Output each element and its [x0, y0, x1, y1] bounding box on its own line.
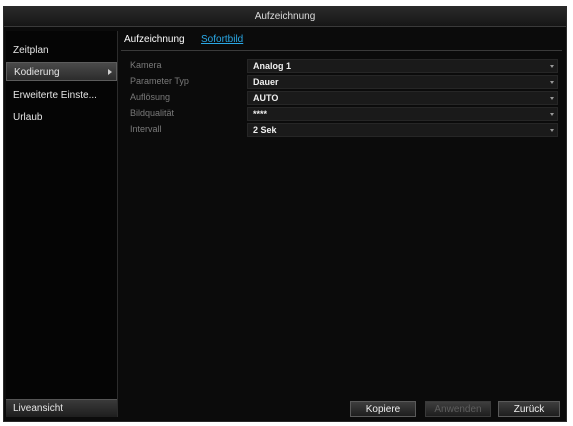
form-row-parameter-typ: Parameter Typ Dauer — [126, 75, 558, 90]
chevron-down-icon — [550, 113, 554, 116]
settings-window: Aufzeichnung Zeitplan Kodierung Erweiter… — [3, 6, 567, 422]
camera-select[interactable]: Analog 1 — [247, 59, 558, 73]
sidebar-item-label: Urlaub — [13, 112, 43, 123]
field-label: Kamera — [130, 60, 162, 70]
copy-button[interactable]: Kopiere — [350, 401, 416, 417]
main-panel: Aufzeichnung Sofortbild Kamera Analog 1 … — [121, 31, 562, 417]
tab-aufzeichnung[interactable]: Aufzeichnung — [124, 34, 185, 45]
form-row-bildqualitaet: Bildqualität **** — [126, 107, 558, 122]
apply-button[interactable]: Anwenden — [425, 401, 491, 417]
form-row-aufloesung: Auflösung AUTO — [126, 91, 558, 106]
interval-select[interactable]: 2 Sek — [247, 123, 558, 137]
sidebar-item-label: Kodierung — [14, 67, 60, 78]
field-value: Dauer — [253, 77, 279, 87]
field-label: Intervall — [130, 124, 162, 134]
chevron-right-icon — [108, 69, 112, 75]
sidebar-item-kodierung[interactable]: Kodierung — [6, 62, 117, 81]
chevron-down-icon — [550, 65, 554, 68]
form-row-intervall: Intervall 2 Sek — [126, 123, 558, 138]
field-value: **** — [253, 109, 268, 119]
sidebar-item-label: Zeitplan — [13, 45, 49, 56]
sidebar-item-erweiterte-einstellungen[interactable]: Erweiterte Einste... — [6, 86, 117, 105]
chevron-down-icon — [550, 129, 554, 132]
live-view-button[interactable]: Liveansicht — [6, 399, 117, 417]
back-button[interactable]: Zurück — [498, 401, 560, 417]
resolution-select[interactable]: AUTO — [247, 91, 558, 105]
tab-bar: Aufzeichnung Sofortbild — [121, 31, 562, 51]
image-quality-select[interactable]: **** — [247, 107, 558, 121]
chevron-down-icon — [550, 81, 554, 84]
field-label: Parameter Typ — [130, 76, 189, 86]
form-row-kamera: Kamera Analog 1 — [126, 59, 558, 74]
sidebar-item-label: Erweiterte Einste... — [13, 90, 97, 101]
sidebar: Zeitplan Kodierung Erweiterte Einste... … — [6, 31, 118, 417]
tab-sofortbild[interactable]: Sofortbild — [201, 34, 243, 45]
sidebar-item-urlaub[interactable]: Urlaub — [6, 108, 117, 127]
field-label: Auflösung — [130, 92, 171, 102]
parameter-type-select[interactable]: Dauer — [247, 75, 558, 89]
sidebar-item-zeitplan[interactable]: Zeitplan — [6, 41, 117, 60]
field-value: 2 Sek — [253, 125, 277, 135]
chevron-down-icon — [550, 97, 554, 100]
window-title: Aufzeichnung — [4, 7, 566, 27]
field-label: Bildqualität — [130, 108, 175, 118]
field-value: Analog 1 — [253, 61, 292, 71]
field-value: AUTO — [253, 93, 279, 103]
